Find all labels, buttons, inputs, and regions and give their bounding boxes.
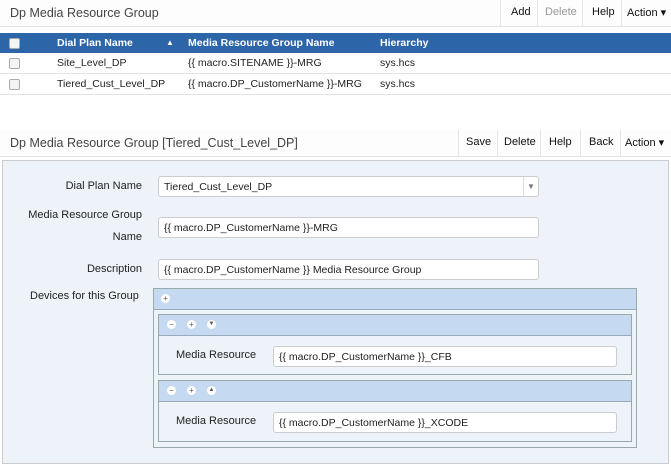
action-menu-button[interactable]: Action ▾ [627, 6, 666, 19]
device-item-header: − + ▼ [159, 315, 631, 336]
col-hierarchy[interactable]: Hierarchy [380, 37, 428, 49]
add-icon[interactable]: + [187, 320, 196, 329]
media-resource-label: Media Resource [176, 415, 257, 427]
help-button[interactable]: Help [549, 136, 572, 148]
table-row[interactable]: Site_Level_DP {{ macro.SITENAME }}-MRG s… [0, 53, 671, 74]
sort-asc-icon[interactable]: ▲ [166, 38, 174, 47]
form-header: Dp Media Resource Group [Tiered_Cust_Lev… [0, 130, 671, 157]
cell: {{ macro.DP_CustomerName }}-MRG [188, 78, 362, 90]
table-row[interactable]: Tiered_Cust_Level_DP {{ macro.DP_Custome… [0, 74, 671, 95]
device-item: − + ▼ Media Resource {{ macro.DP_Custome… [158, 314, 632, 375]
mrg-name-label-2: Name [112, 231, 142, 243]
col-mrg-name[interactable]: Media Resource Group Name [188, 37, 334, 49]
media-resource-input[interactable]: {{ macro.DP_CustomerName }}_XCODE [273, 412, 617, 433]
save-button[interactable]: Save [466, 136, 491, 148]
list-title: Dp Media Resource Group [10, 6, 159, 20]
add-button[interactable]: Add [511, 6, 531, 18]
form-title: Dp Media Resource Group [Tiered_Cust_Lev… [10, 136, 298, 150]
move-up-icon[interactable]: ▲ [207, 386, 216, 395]
delete-button[interactable]: Delete [545, 6, 577, 18]
description-label: Description [86, 263, 142, 275]
col-dial-plan-name[interactable]: Dial Plan Name [57, 37, 133, 49]
list-header: Dp Media Resource Group Add Delete Help … [0, 0, 671, 27]
action-menu-button[interactable]: Action ▾ [625, 136, 664, 149]
devices-group-header: + [154, 289, 636, 310]
devices-label: Devices for this Group [30, 290, 139, 302]
row-checkbox[interactable] [9, 58, 20, 69]
chevron-down-icon[interactable]: ▼ [523, 177, 538, 196]
delete-button[interactable]: Delete [504, 136, 536, 148]
add-icon[interactable]: + [187, 386, 196, 395]
cell: {{ macro.SITENAME }}-MRG [188, 57, 322, 69]
dial-plan-value: Tiered_Cust_Level_DP [164, 181, 273, 193]
help-button[interactable]: Help [592, 6, 615, 18]
add-icon[interactable]: + [161, 294, 170, 303]
remove-icon[interactable]: − [167, 320, 176, 329]
row-checkbox[interactable] [9, 79, 20, 90]
dial-plan-select[interactable]: Tiered_Cust_Level_DP ▼ [158, 176, 539, 197]
back-button[interactable]: Back [589, 136, 613, 148]
dial-plan-label: Dial Plan Name [65, 180, 142, 192]
mrg-name-input[interactable]: {{ macro.DP_CustomerName }}-MRG [158, 217, 539, 238]
description-input[interactable]: {{ macro.DP_CustomerName }} Media Resour… [158, 259, 539, 280]
device-item: − + ▲ Media Resource {{ macro.DP_Custome… [158, 380, 632, 442]
mrg-name-label-1: Media Resource Group [28, 209, 142, 221]
cell: Site_Level_DP [57, 57, 127, 69]
remove-icon[interactable]: − [167, 386, 176, 395]
cell: sys.hcs [380, 57, 416, 69]
media-resource-input[interactable]: {{ macro.DP_CustomerName }}_CFB [273, 346, 617, 367]
cell: Tiered_Cust_Level_DP [57, 78, 166, 90]
select-all-checkbox[interactable] [9, 38, 20, 49]
table-header: Dial Plan Name ▲ Media Resource Group Na… [0, 33, 671, 53]
move-down-icon[interactable]: ▼ [207, 320, 216, 329]
cell: sys.hcs [380, 78, 416, 90]
media-resource-label: Media Resource [176, 349, 257, 361]
device-item-header: − + ▲ [159, 381, 631, 402]
